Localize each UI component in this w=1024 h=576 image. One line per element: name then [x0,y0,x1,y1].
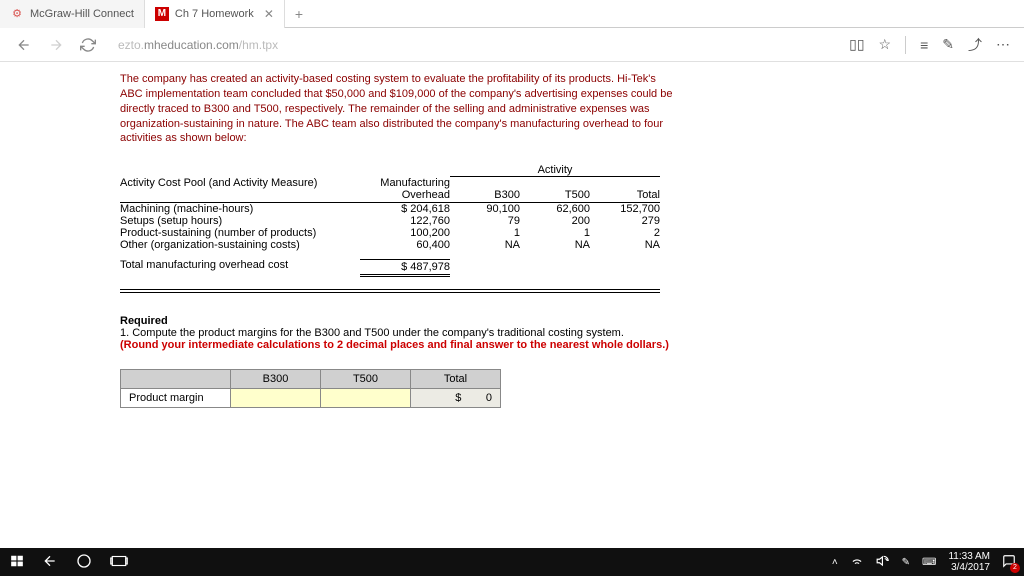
refresh-button[interactable] [76,33,100,57]
col-total: Total [411,370,501,389]
windows-taskbar: ˄ ✎ ⌨ 11:33 AM 3/4/2017 2 [0,548,1024,576]
intro-text: The company has created an activity-base… [120,72,680,146]
col-b300: B300 [450,177,520,203]
table-row: Other (organization-sustaining costs)60,… [120,239,904,251]
row-label: Product margin [121,389,231,408]
tab-title: McGraw-Hill Connect [30,8,134,20]
share-icon[interactable]: ⤴ [968,35,982,55]
divider [120,289,660,293]
table-row: Product margin $ 0 [121,389,501,408]
url-field[interactable]: ezto.mheducation.com/hm.tpx [118,38,849,52]
page-content: The company has created an activity-base… [0,62,1024,548]
table-total-row: Total manufacturing overhead cost $ 487,… [120,259,904,277]
blank-header [121,370,231,389]
start-icon[interactable] [10,554,24,571]
forward-button[interactable] [44,33,68,57]
total-cell: $ 0 [411,389,501,408]
separator [905,36,906,54]
tab-title: Ch 7 Homework [175,8,254,20]
tray-up-icon[interactable]: ˄ [832,557,838,568]
notif-badge: 2 [1010,563,1020,573]
activity-header: Activity [450,164,660,177]
browser-tab-connect[interactable]: ⚙ McGraw-Hill Connect [0,0,145,28]
new-tab-button[interactable]: + [285,6,313,22]
hub-icon[interactable]: ≡ [920,37,928,53]
answer-table: B300 T500 Total Product margin $ 0 [120,369,501,408]
back-icon[interactable] [42,553,58,572]
col-total: Total [590,177,660,203]
table-row: Setups (setup hours)122,76079200279 [120,215,904,227]
close-icon[interactable]: ✕ [254,7,274,21]
cortana-icon[interactable] [76,553,92,572]
table-header-row: Activity Cost Pool (and Activity Measure… [120,177,904,203]
required-section: Required 1. Compute the product margins … [120,315,700,351]
required-note: (Round your intermediate calculations to… [120,339,700,351]
col-b300: B300 [231,370,321,389]
date: 3/4/2017 [948,562,990,573]
total-value: $ 487,978 [360,259,450,277]
input-b300[interactable] [231,389,321,408]
table-row: Machining (machine-hours)$ 204,61890,100… [120,203,904,215]
taskview-icon[interactable] [110,554,128,571]
time: 11:33 AM [948,551,990,562]
m-icon: M [155,7,169,21]
col-t500: T500 [321,370,411,389]
col-overhead: ManufacturingOverhead [360,177,450,203]
wifi-icon[interactable] [850,554,864,571]
tab-bar: ⚙ McGraw-Hill Connect M Ch 7 Homework ✕ … [0,0,1024,28]
address-bar: ezto.mheducation.com/hm.tpx ▯▯ ☆ ≡ ✎ ⤴ ⋯ [0,28,1024,62]
col-activity: Activity Cost Pool (and Activity Measure… [120,177,360,203]
total-label: Total manufacturing overhead cost [120,259,360,277]
star-icon[interactable]: ☆ [879,36,892,53]
toolbar-right: ▯▯ ☆ ≡ ✎ ⤴ ⋯ [849,35,1010,55]
keyboard-icon[interactable]: ⌨ [922,557,936,568]
activity-table: Activity Activity Cost Pool (and Activit… [120,164,904,277]
back-button[interactable] [12,33,36,57]
gear-icon: ⚙ [10,7,24,21]
required-q1: 1. Compute the product margins for the B… [120,327,700,339]
reading-icon[interactable]: ▯▯ [849,36,864,53]
notification-icon[interactable]: 2 [1002,554,1016,571]
table-row: Product-sustaining (number of products)1… [120,227,904,239]
pen-icon[interactable]: ✎ [902,557,910,568]
required-heading: Required [120,315,700,327]
more-icon[interactable]: ⋯ [996,36,1010,53]
input-t500[interactable] [321,389,411,408]
browser-tab-homework[interactable]: M Ch 7 Homework ✕ [145,0,285,28]
volume-icon[interactable] [876,554,890,571]
col-t500: T500 [520,177,590,203]
note-icon[interactable]: ✎ [942,36,954,53]
clock[interactable]: 11:33 AM 3/4/2017 [948,551,990,573]
